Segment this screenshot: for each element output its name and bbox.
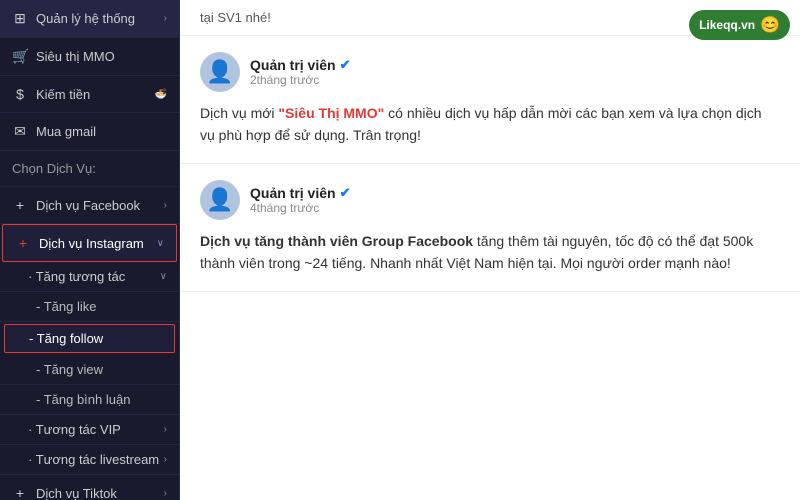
- verified-icon-1: ✔: [340, 57, 351, 73]
- dollar-icon: $: [12, 86, 28, 102]
- sidebar-subitem-tang-tuong-tac[interactable]: · Tăng tương tác ∨: [0, 262, 179, 292]
- post-2-bold: Dịch vụ tăng thành viên Group Facebook: [200, 233, 473, 249]
- sidebar-subitem-tuong-tac-vip[interactable]: · Tương tác VIP ›: [0, 415, 179, 445]
- sidebar-subitem-tang-binh-luan[interactable]: - Tăng bình luận: [0, 385, 179, 415]
- post-2-time: 4tháng trước: [250, 201, 350, 215]
- sidebar: ⊞ Quản lý hệ thống › 🛒 Siêu thị MMO $ Ki…: [0, 0, 180, 500]
- sidebar-label-facebook: Dịch vụ Facebook: [36, 198, 140, 213]
- sidebar-item-mua-gmail[interactable]: ✉ Mua gmail: [0, 113, 179, 151]
- email-icon: ✉: [12, 123, 28, 140]
- sidebar-sublabel-tang-follow: - Tăng follow: [29, 331, 103, 346]
- post-1: 👤 Quản trị viên ✔ 2tháng trước Dịch vụ m…: [180, 36, 800, 164]
- sidebar-sublabel-tang-binh-luan: - Tăng bình luận: [36, 392, 130, 407]
- sidebar-sublabel-tuong-tac-livestream: · Tương tác livestream: [28, 452, 159, 467]
- arrow-icon-instagram: ∨: [157, 238, 164, 249]
- sidebar-label-instagram: Dịch vụ Instagram: [39, 236, 144, 251]
- sidebar-item-quan-ly-he-thong[interactable]: ⊞ Quản lý hệ thống ›: [0, 0, 179, 38]
- grid-icon: ⊞: [12, 10, 28, 27]
- sidebar-sublabel-tang-like: - Tăng like: [36, 299, 96, 314]
- sidebar-section-label: Chọn Dịch Vụ:: [12, 161, 96, 176]
- avatar-1: 👤: [200, 52, 240, 92]
- sidebar-item-kiem-tien[interactable]: $ Kiếm tiền 🍜: [0, 76, 179, 113]
- plus-icon-fb: +: [12, 197, 28, 213]
- sidebar-item-dich-vu-facebook[interactable]: + Dịch vụ Facebook ›: [0, 187, 179, 224]
- post-1-body: Dịch vụ mới "Siêu Thị MMO" có nhiều dịch…: [200, 102, 780, 147]
- sidebar-section-chon-dich-vu: Chọn Dịch Vụ:: [0, 151, 179, 187]
- noodle-icon: 🍜: [155, 89, 167, 100]
- brand-name: Likeqq.vn: [699, 18, 755, 32]
- post-1-time: 2tháng trước: [250, 73, 350, 87]
- sidebar-sublabel-tuong-tac-vip: · Tương tác VIP: [28, 422, 121, 437]
- sidebar-sub-label-tang-tuong-tac: · Tăng tương tác: [28, 269, 125, 284]
- post-2: 👤 Quản trị viên ✔ 4tháng trước Dịch vụ t…: [180, 164, 800, 292]
- sidebar-subitem-tang-follow[interactable]: - Tăng follow: [4, 324, 175, 353]
- sidebar-subitem-tang-view[interactable]: - Tăng view: [0, 355, 179, 385]
- sidebar-item-dich-vu-instagram[interactable]: + Dịch vụ Instagram ∨: [2, 224, 177, 262]
- arrow-icon-tuong-tac-vip: ›: [164, 424, 167, 435]
- sidebar-item-dich-vu-tiktok[interactable]: + Dịch vụ Tiktok ›: [0, 475, 179, 500]
- sidebar-label-quan-ly: Quản lý hệ thống: [36, 11, 135, 26]
- sidebar-subitem-tuong-tac-livestream[interactable]: · Tương tác livestream ›: [0, 445, 179, 475]
- arrow-icon-tang-tuong-tac: ∨: [160, 271, 167, 282]
- arrow-icon-quan-ly: ›: [164, 13, 167, 24]
- post-2-meta: Quản trị viên ✔ 4tháng trước: [250, 185, 350, 215]
- sidebar-subitem-tang-like[interactable]: - Tăng like: [0, 292, 179, 322]
- sidebar-label-kiem-tien: Kiếm tiền: [36, 87, 90, 102]
- sidebar-label-sieu-thi: Siêu thị MMO: [36, 49, 115, 64]
- sidebar-item-sieu-thi-mmo[interactable]: 🛒 Siêu thị MMO: [0, 38, 179, 76]
- cart-icon: 🛒: [12, 48, 28, 65]
- sidebar-label-mua-gmail: Mua gmail: [36, 124, 96, 139]
- arrow-icon-tiktok: ›: [164, 488, 167, 499]
- plus-icon-ig: +: [15, 235, 31, 251]
- post-1-meta: Quản trị viên ✔ 2tháng trước: [250, 57, 350, 87]
- smiley-icon: 😊: [760, 15, 780, 35]
- avatar-2: 👤: [200, 180, 240, 220]
- post-2-body: Dịch vụ tăng thành viên Group Facebook t…: [200, 230, 780, 275]
- post-1-author: Quản trị viên ✔: [250, 57, 350, 73]
- arrow-icon-facebook: ›: [164, 200, 167, 211]
- plus-icon-tiktok: +: [12, 485, 28, 500]
- post-2-author: Quản trị viên ✔: [250, 185, 350, 201]
- verified-icon-2: ✔: [340, 185, 351, 201]
- sidebar-sublabel-tang-view: - Tăng view: [36, 362, 103, 377]
- top-hint-text: tại SV1 nhé!: [200, 10, 271, 25]
- post-1-header: 👤 Quản trị viên ✔ 2tháng trước: [200, 52, 780, 92]
- arrow-icon-tuong-tac-livestream: ›: [164, 454, 167, 465]
- brand-badge: Likeqq.vn 😊: [689, 10, 790, 40]
- post-1-highlight: "Siêu Thị MMO": [278, 105, 384, 121]
- sidebar-label-tiktok: Dịch vụ Tiktok: [36, 486, 117, 500]
- main-content: Likeqq.vn 😊 tại SV1 nhé! 👤 Quản trị viên…: [180, 0, 800, 500]
- post-2-header: 👤 Quản trị viên ✔ 4tháng trước: [200, 180, 780, 220]
